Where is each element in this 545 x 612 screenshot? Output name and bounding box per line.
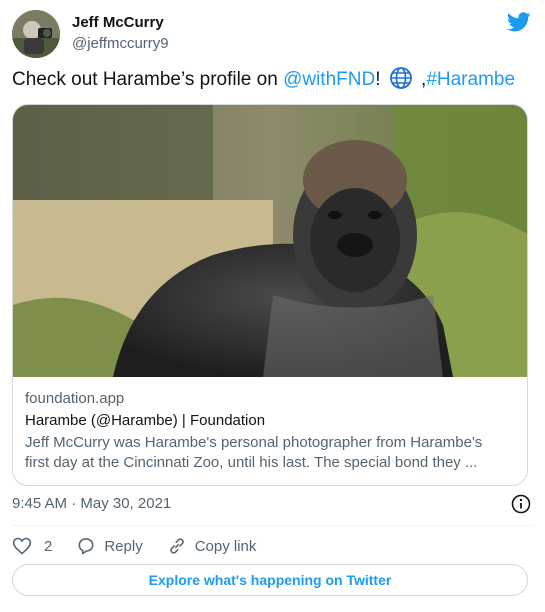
copy-link-label: Copy link bbox=[194, 537, 257, 555]
display-name[interactable]: Jeff McCurry bbox=[72, 14, 169, 32]
like-button[interactable]: 2 bbox=[12, 536, 52, 556]
link-icon bbox=[169, 538, 184, 554]
tweet-text-after-mention: ! bbox=[375, 69, 381, 90]
card-domain: foundation.app bbox=[25, 390, 125, 407]
tweet-text-separator: , bbox=[415, 69, 427, 90]
divider bbox=[12, 525, 533, 526]
card-image[interactable] bbox=[13, 105, 527, 377]
timestamp-row: 9:45 AM · May 30, 2021 bbox=[12, 492, 533, 516]
tweet-text-intro: Check out Harambe’s profile on bbox=[12, 69, 284, 90]
globe-icon bbox=[389, 67, 412, 89]
timestamp[interactable]: 9:45 AM · May 30, 2021 bbox=[12, 495, 171, 512]
avatar[interactable] bbox=[12, 10, 60, 58]
reply-button[interactable]: Reply bbox=[76, 536, 143, 556]
card-meta: foundation.app Harambe (@Harambe) | Foun… bbox=[25, 389, 515, 473]
author-info[interactable]: Jeff McCurry @jeffmccurry9 bbox=[72, 14, 169, 54]
heart-icon bbox=[12, 537, 32, 555]
card-title[interactable]: Harambe (@Harambe) | Foundation bbox=[25, 411, 515, 431]
reply-icon bbox=[78, 538, 94, 555]
tweet-text: Check out Harambe’s profile on @withFND!… bbox=[12, 66, 533, 94]
card-description: Jeff McCurry was Harambe's personal phot… bbox=[25, 434, 483, 471]
like-count: 2 bbox=[44, 537, 53, 555]
hashtag-link[interactable]: #Harambe bbox=[426, 69, 515, 90]
reply-label: Reply bbox=[104, 537, 143, 555]
user-handle[interactable]: @jeffmccurry9 bbox=[72, 34, 169, 54]
copy-link-button[interactable]: Copy link bbox=[167, 536, 257, 556]
info-icon[interactable] bbox=[511, 494, 531, 514]
link-preview-card[interactable]: foundation.app Harambe (@Harambe) | Foun… bbox=[12, 104, 528, 486]
twitter-bird-icon[interactable] bbox=[507, 10, 531, 34]
mention-link[interactable]: @withFND bbox=[283, 69, 375, 90]
action-bar: 2 Reply Copy link bbox=[12, 532, 280, 560]
tweet-header: Jeff McCurry @jeffmccurry9 bbox=[12, 8, 533, 60]
explore-button[interactable]: Explore what's happening on Twitter bbox=[12, 564, 528, 596]
